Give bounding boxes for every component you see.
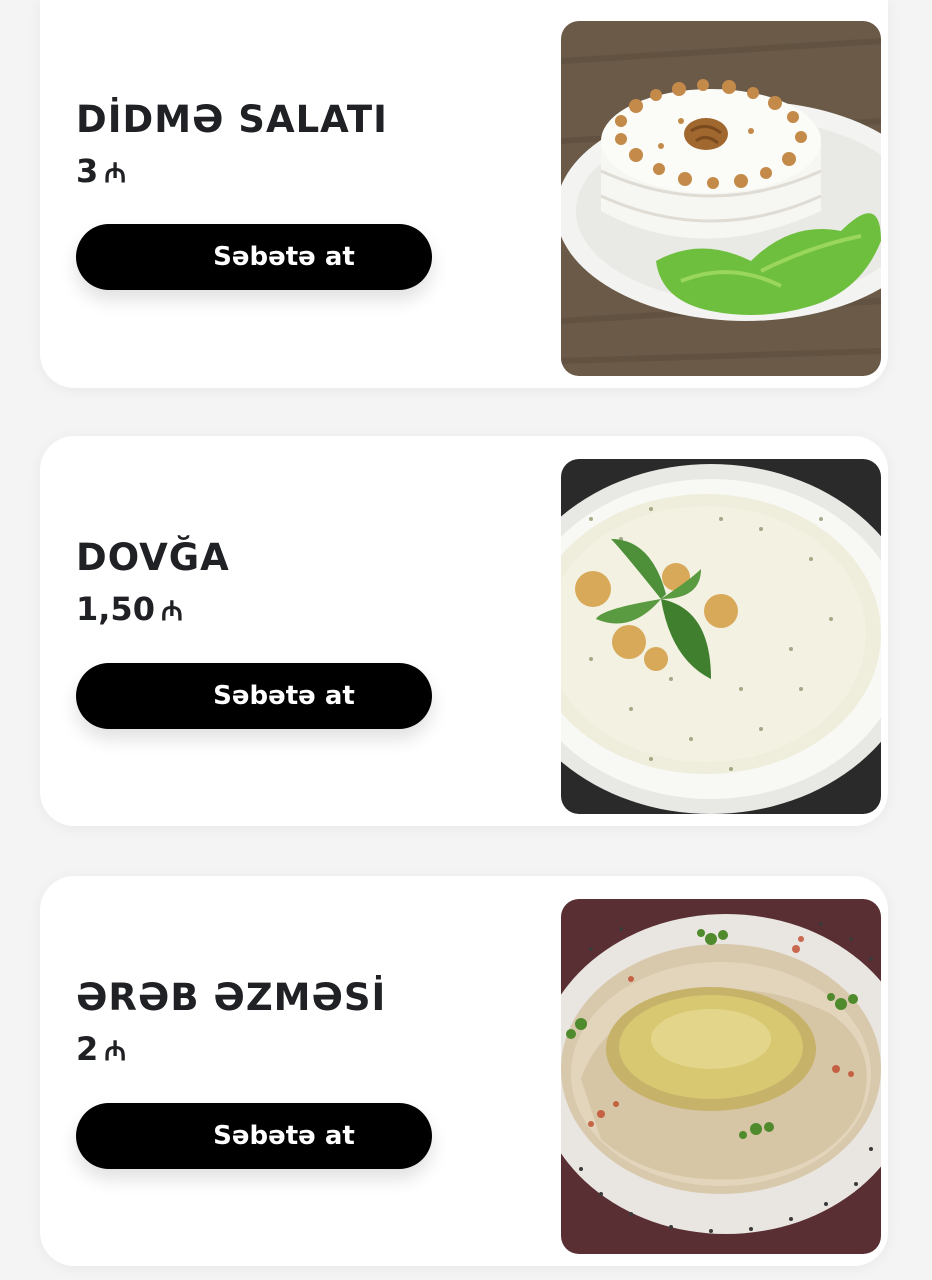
menu-item-price: 2 ₼ (76, 1030, 126, 1068)
currency-symbol: ₼ (104, 1036, 127, 1067)
price-value: 2 (76, 1030, 99, 1068)
menu-item-name: DOVĞA (76, 536, 230, 579)
menu-item-card: ƏRƏB ƏZMƏSİ 2 ₼ Səbətə at (40, 876, 888, 1266)
menu-item-price: 3 ₼ (76, 152, 126, 190)
currency-symbol: ₼ (104, 158, 127, 189)
add-to-cart-button[interactable]: Səbətə at (76, 1103, 432, 1169)
menu-item-info: DOVĞA 1,50 ₼ Səbətə at (76, 436, 516, 826)
menu-item-info: DİDMƏ SALATI 3 ₼ Səbətə at (76, 0, 516, 388)
add-to-cart-button[interactable]: Səbətə at (76, 224, 432, 290)
currency-symbol: ₼ (160, 596, 183, 627)
menu-item-name: ƏRƏB ƏZMƏSİ (76, 976, 387, 1019)
menu-item-name: DİDMƏ SALATI (76, 98, 388, 141)
menu-item-list: DİDMƏ SALATI 3 ₼ Səbətə at DOVĞA 1,50 ₼ … (0, 0, 932, 1280)
price-value: 1,50 (76, 590, 155, 628)
dovga-soup-photo (561, 459, 881, 814)
add-to-cart-button[interactable]: Səbətə at (76, 663, 432, 729)
price-value: 3 (76, 152, 99, 190)
didme-salad-photo (561, 21, 881, 376)
menu-item-card: DOVĞA 1,50 ₼ Səbətə at (40, 436, 888, 826)
menu-item-price: 1,50 ₼ (76, 590, 183, 628)
hummus-photo (561, 899, 881, 1254)
menu-item-info: ƏRƏB ƏZMƏSİ 2 ₼ Səbətə at (76, 876, 516, 1266)
menu-item-card: DİDMƏ SALATI 3 ₼ Səbətə at (40, 0, 888, 388)
